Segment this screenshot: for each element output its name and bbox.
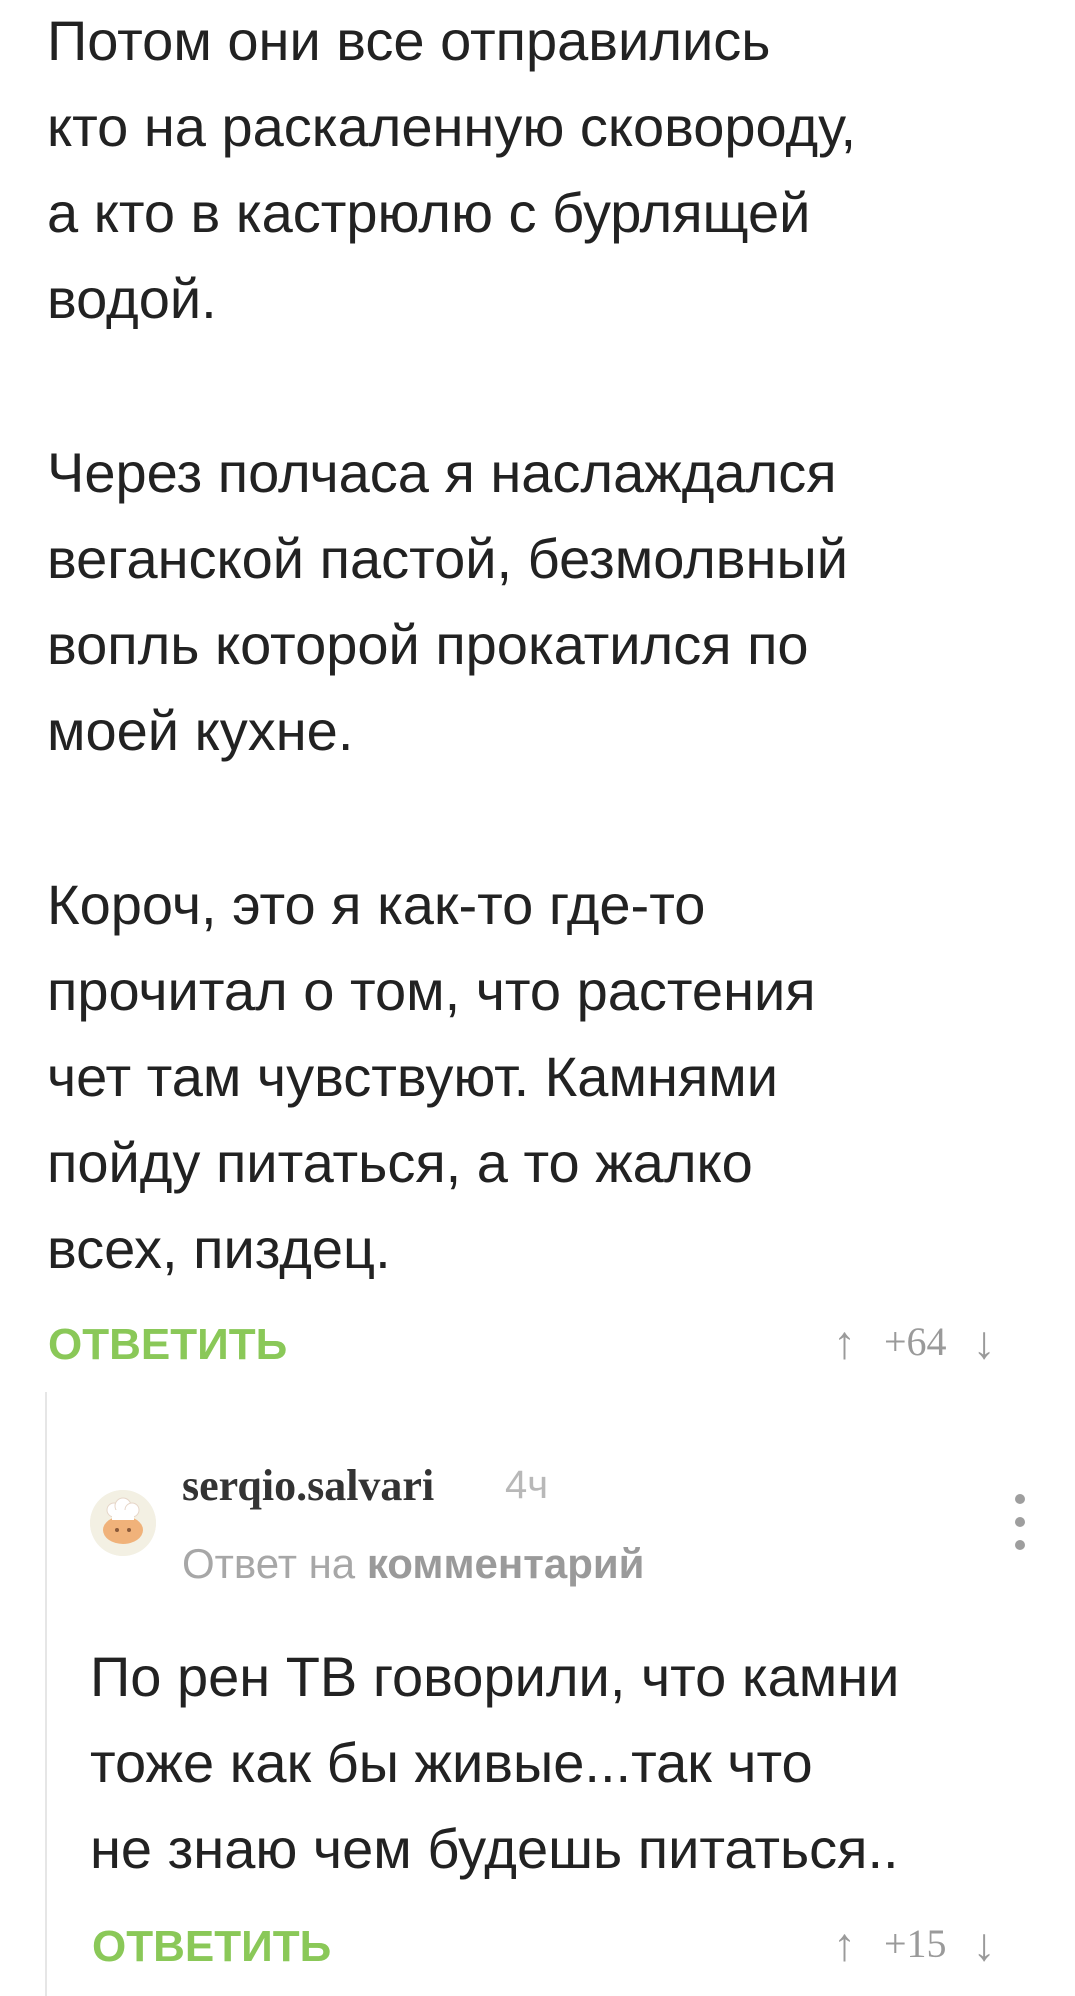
comment-paragraph-1: Потом они все отправились кто на раскале…: [47, 0, 1047, 342]
comment-paragraph-2: Через полчаса я наслаждался веганской па…: [47, 430, 1047, 774]
comment-vote: ↑ +64 ↓: [833, 1318, 996, 1365]
comment-line: Потом они все отправились: [47, 9, 771, 72]
reply-line: не знаю чем будешь питаться..: [90, 1817, 899, 1880]
username[interactable]: serqio.salvari: [182, 1460, 434, 1511]
arrow-down-icon[interactable]: ↓: [973, 1319, 996, 1365]
reply-score: +15: [884, 1921, 947, 1966]
comment-score: +64: [884, 1319, 947, 1364]
comment-line: пойду питаться, а то жалко: [47, 1131, 753, 1194]
comment-line: вопль которой прокатился по: [47, 613, 809, 676]
comment-line: водой.: [47, 267, 217, 330]
chef-avatar-icon: [90, 1490, 156, 1556]
comment-line: всех, пиздец.: [47, 1217, 391, 1280]
comment-line: кто на раскаленную сковороду,: [47, 95, 857, 158]
comment-line: прочитал о том, что растения: [47, 959, 816, 1022]
reply-line: По рен ТВ говорили, что камни: [90, 1645, 900, 1708]
arrow-up-icon[interactable]: ↑: [833, 1921, 856, 1967]
comment-line: веганской пастой, безмолвный: [47, 527, 849, 590]
comment-line: Короч, это я как-то где-то: [47, 873, 706, 936]
comment-line: Через полчаса я наслаждался: [47, 441, 837, 504]
comment-time: 4ч: [505, 1463, 549, 1507]
reply-button[interactable]: ОТВЕТИТЬ: [92, 1922, 331, 1972]
thread-line[interactable]: [45, 1392, 47, 1996]
comment-paragraph-3: Короч, это я как-то где-то прочитал о то…: [47, 862, 1047, 1292]
reply-body: По рен ТВ говорили, что камни тоже как б…: [90, 1634, 1050, 1892]
comment-line: моей кухне.: [47, 699, 354, 762]
reply-to-link[interactable]: комментарий: [367, 1540, 645, 1587]
reply-vote: ↑ +15 ↓: [833, 1920, 996, 1967]
reply-to-prefix: Ответ на: [182, 1540, 356, 1587]
comment-line: чет там чувствуют. Камнями: [47, 1045, 778, 1108]
comment-line: а кто в кастрюлю с бурлящей: [47, 181, 811, 244]
reply-to-line: Ответ на комментарий: [182, 1540, 645, 1588]
reply-line: тоже как бы живые...так что: [90, 1731, 813, 1794]
arrow-up-icon[interactable]: ↑: [833, 1319, 856, 1365]
reply-button[interactable]: ОТВЕТИТЬ: [48, 1320, 287, 1370]
more-vertical-icon[interactable]: [1008, 1494, 1032, 1550]
arrow-down-icon[interactable]: ↓: [973, 1921, 996, 1967]
avatar[interactable]: [90, 1490, 156, 1556]
